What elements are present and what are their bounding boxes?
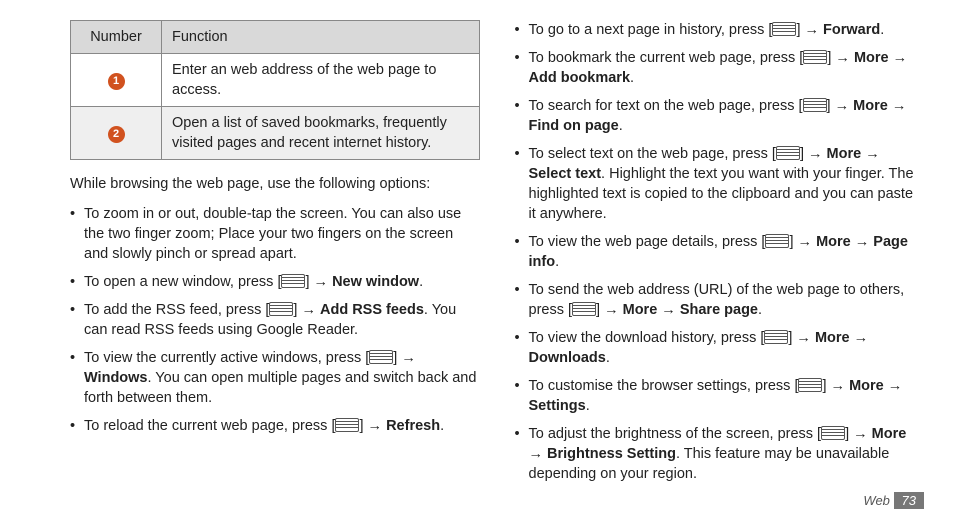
list-item: To send the web address (URL) of the web… xyxy=(515,280,925,320)
left-column: Number Function 1 Enter an web address o… xyxy=(70,20,480,488)
bold-action: Find on page xyxy=(529,118,619,134)
bold-action: Add RSS feeds xyxy=(320,302,424,318)
menu-icon xyxy=(764,330,788,344)
table-header-row: Number Function xyxy=(71,21,480,54)
number-circle-icon: 1 xyxy=(108,73,125,90)
menu-icon xyxy=(281,274,305,288)
bold-action: Settings xyxy=(529,398,586,414)
bold-action: More xyxy=(827,146,862,162)
bold-action: Share page xyxy=(680,302,758,318)
intro-text: While browsing the web page, use the fol… xyxy=(70,174,480,194)
menu-icon xyxy=(335,418,359,432)
menu-icon xyxy=(776,146,800,160)
right-bullet-list: To go to a next page in history, press [… xyxy=(515,20,925,484)
list-item: To add the RSS feed, press [] → Add RSS … xyxy=(70,300,480,340)
bold-action: Windows xyxy=(84,370,148,386)
bold-action: New window xyxy=(332,274,419,290)
footer-page-number: 73 xyxy=(894,492,924,509)
bold-action: Refresh xyxy=(386,418,440,434)
menu-icon xyxy=(572,302,596,316)
bold-action: Downloads xyxy=(529,350,606,366)
function-cell: Enter an web address of the web page to … xyxy=(162,54,480,107)
th-number: Number xyxy=(71,21,162,54)
list-item: To view the currently active windows, pr… xyxy=(70,348,480,408)
menu-icon xyxy=(369,350,393,364)
list-item: To view the web page details, press [] →… xyxy=(515,232,925,272)
list-item: To customise the browser settings, press… xyxy=(515,376,925,416)
function-cell: Open a list of saved bookmarks, frequent… xyxy=(162,107,480,160)
list-item: To view the download history, press [] →… xyxy=(515,328,925,368)
list-item: To adjust the brightness of the screen, … xyxy=(515,424,925,484)
list-item: To zoom in or out, double-tap the screen… xyxy=(70,204,480,264)
left-bullet-list: To zoom in or out, double-tap the screen… xyxy=(70,204,480,436)
bold-action: More xyxy=(853,98,888,114)
list-item: To reload the current web page, press []… xyxy=(70,416,480,436)
bold-action: Select text xyxy=(529,166,602,182)
table-row: 1 Enter an web address of the web page t… xyxy=(71,54,480,107)
list-item: To select text on the web page, press []… xyxy=(515,144,925,224)
bold-action: More xyxy=(815,330,850,346)
bold-action: More xyxy=(849,378,884,394)
bold-action: More xyxy=(623,302,658,318)
number-circle-icon: 2 xyxy=(108,126,125,143)
bold-action: Add bookmark xyxy=(529,70,631,86)
bold-action: Page info xyxy=(529,234,908,270)
list-item: To search for text on the web page, pres… xyxy=(515,96,925,136)
page-footer: Web 73 xyxy=(0,492,954,509)
bold-action: Brightness Setting xyxy=(547,446,676,462)
menu-icon xyxy=(803,50,827,64)
bold-action: More xyxy=(872,426,907,442)
bold-action: Forward xyxy=(823,22,880,38)
table-row: 2 Open a list of saved bookmarks, freque… xyxy=(71,107,480,160)
menu-icon xyxy=(772,22,796,36)
bold-action: More xyxy=(816,234,851,250)
menu-icon xyxy=(269,302,293,316)
list-item: To open a new window, press [] → New win… xyxy=(70,272,480,292)
function-table: Number Function 1 Enter an web address o… xyxy=(70,20,480,160)
menu-icon xyxy=(821,426,845,440)
list-item: To go to a next page in history, press [… xyxy=(515,20,925,40)
menu-icon xyxy=(803,98,827,112)
menu-icon xyxy=(765,234,789,248)
bold-action: More xyxy=(854,50,889,66)
th-function: Function xyxy=(162,21,480,54)
list-item: To bookmark the current web page, press … xyxy=(515,48,925,88)
footer-section: Web xyxy=(863,493,890,508)
right-column: To go to a next page in history, press [… xyxy=(515,20,925,488)
menu-icon xyxy=(798,378,822,392)
